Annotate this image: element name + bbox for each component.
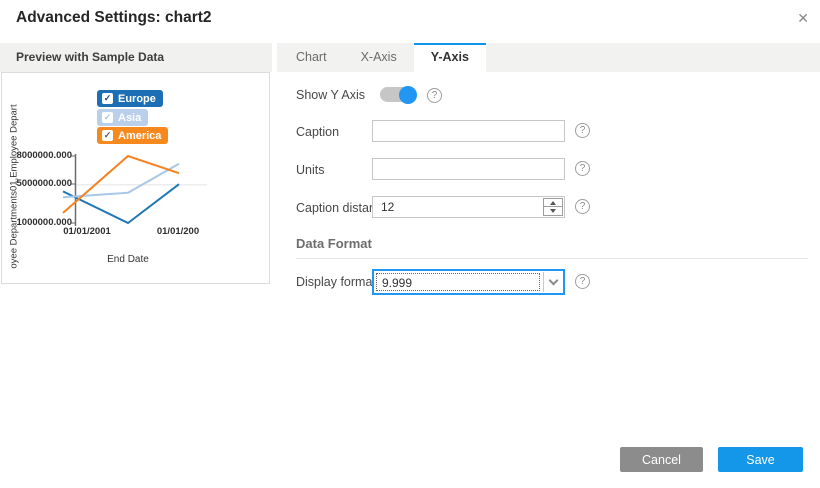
- stepper-down-icon[interactable]: [544, 207, 562, 215]
- help-icon[interactable]: ?: [575, 161, 590, 176]
- y-axis-title: oyee Departments01,Employee Depart: [9, 92, 24, 282]
- help-icon[interactable]: ?: [427, 88, 442, 103]
- section-divider: [296, 258, 808, 259]
- cancel-button[interactable]: Cancel: [620, 447, 703, 472]
- stepper-up-icon[interactable]: [544, 199, 562, 207]
- help-icon[interactable]: ?: [575, 123, 590, 138]
- checkbox-icon[interactable]: ✓: [102, 112, 113, 123]
- close-icon[interactable]: ✕: [797, 9, 809, 27]
- display-format-label: Display format: [296, 275, 376, 289]
- legend-label: Asia: [118, 112, 141, 124]
- preview-header-band: Preview with Sample Data: [0, 43, 272, 72]
- checkbox-icon[interactable]: ✓: [102, 93, 113, 104]
- tab-y-axis[interactable]: Y-Axis: [414, 43, 486, 72]
- legend-pill-asia[interactable]: ✓ Asia: [97, 109, 148, 126]
- tab-x-axis[interactable]: X-Axis: [344, 43, 414, 72]
- legend-pill-europe[interactable]: ✓ Europe: [97, 90, 163, 107]
- help-icon[interactable]: ?: [575, 274, 590, 289]
- x-tick-label: 01/01/2001: [42, 226, 132, 237]
- settings-tab-bar: Chart X-Axis Y-Axis: [277, 43, 820, 72]
- advanced-settings-dialog: Advanced Settings: chart2 ✕ Preview with…: [0, 0, 820, 488]
- data-format-section-heading: Data Format: [296, 236, 372, 251]
- show-y-axis-toggle[interactable]: [380, 87, 416, 102]
- display-format-value[interactable]: 9.999: [376, 273, 540, 291]
- display-format-combobox[interactable]: 9.999: [372, 269, 565, 295]
- toggle-knob: [399, 86, 417, 104]
- help-icon[interactable]: ?: [575, 199, 590, 214]
- save-button[interactable]: Save: [718, 447, 803, 472]
- chart-preview: 8000000.000 5000000.000 1000000.000 oyee…: [1, 72, 270, 284]
- preview-header-label: Preview with Sample Data: [16, 43, 164, 72]
- show-y-axis-label: Show Y Axis: [296, 88, 365, 102]
- caption-input[interactable]: [372, 120, 565, 142]
- caption-distance-stepper: [543, 198, 563, 216]
- legend-label: Europe: [118, 93, 156, 105]
- units-input[interactable]: [372, 158, 565, 180]
- x-tick-label: 01/01/200: [133, 226, 223, 237]
- legend-label: America: [118, 130, 161, 142]
- caption-label: Caption: [296, 125, 339, 139]
- caption-distance-input[interactable]: [372, 196, 565, 218]
- legend-pill-america[interactable]: ✓ America: [97, 127, 168, 144]
- units-label: Units: [296, 163, 324, 177]
- tab-chart[interactable]: Chart: [279, 43, 344, 72]
- dialog-title: Advanced Settings: chart2: [16, 9, 212, 27]
- chevron-down-icon[interactable]: [543, 272, 562, 292]
- checkbox-icon[interactable]: ✓: [102, 130, 113, 141]
- x-axis-title: End Date: [78, 254, 178, 265]
